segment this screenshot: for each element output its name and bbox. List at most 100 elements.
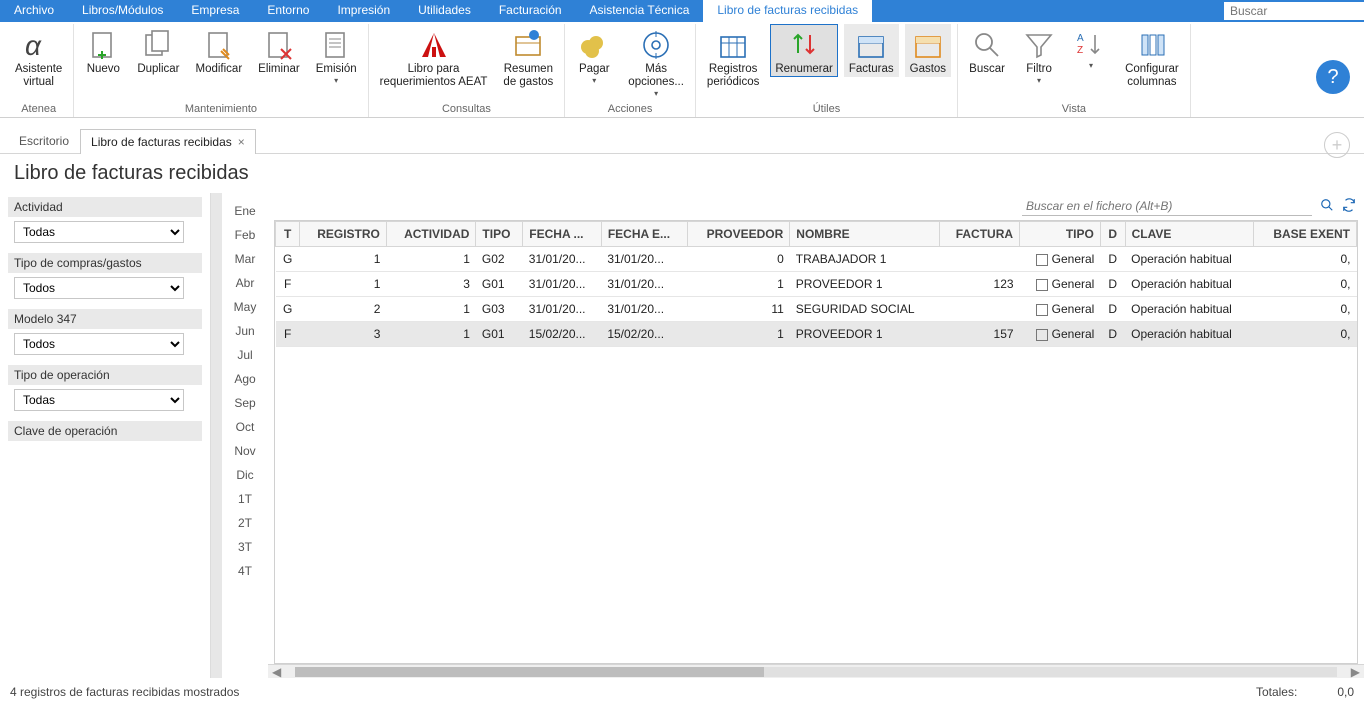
add-tab-button[interactable]: + [1324,132,1350,158]
grid-scroll[interactable]: TREGISTROACTIVIDADTIPOFECHA ...FECHA E..… [274,220,1358,664]
checkbox[interactable] [1036,304,1048,316]
facturas-button[interactable]: Facturas [844,24,899,77]
cell-fecha: 31/01/20... [523,297,602,322]
month-item[interactable]: Jun [222,319,268,343]
month-item[interactable]: 2T [222,511,268,535]
column-header[interactable]: D [1100,222,1125,247]
filter-select[interactable]: Todos [14,333,184,355]
svg-text:Z: Z [1077,45,1083,56]
month-item[interactable]: Ago [222,367,268,391]
gastos-button[interactable]: Gastos [905,24,951,77]
mas-button[interactable]: Másopciones...▾ [623,24,689,100]
renumerar-button[interactable]: Renumerar [770,24,838,77]
month-item[interactable]: Dic [222,463,268,487]
filtro-button[interactable]: Filtro▾ [1016,24,1062,86]
month-item[interactable]: Jul [222,343,268,367]
orden-button[interactable]: AZ▾ [1068,24,1114,71]
menu-item[interactable]: Asistencia Técnica [576,0,704,22]
ribbon-group: NuevoDuplicarModificar Eliminar Emisión▾ Ma… [74,24,368,117]
cell-t: G [276,247,300,272]
refresh-icon[interactable] [1342,198,1356,215]
month-item[interactable]: 1T [222,487,268,511]
column-header[interactable]: REGISTRO [300,222,386,247]
help-button[interactable]: ? [1316,60,1350,94]
cell-nombre: PROVEEDOR 1 [790,272,939,297]
column-header[interactable]: T [276,222,300,247]
table-row[interactable]: G21G0331/01/20...31/01/20...11SEGURIDAD … [276,297,1357,322]
ribbon-button-label: Pagar [579,63,610,76]
search-icon[interactable] [1320,198,1334,215]
file-search-input[interactable] [1022,197,1312,216]
column-header[interactable]: NOMBRE [790,222,939,247]
table-row[interactable]: F13G0131/01/20...31/01/20...1PROVEEDOR 1… [276,272,1357,297]
menu-item[interactable]: Impresión [323,0,404,22]
status-text: 4 registros de facturas recibidas mostra… [10,685,239,699]
top-search-input[interactable] [1224,2,1364,20]
ribbon-button-label: Buscar [969,63,1005,76]
filter-select[interactable]: Todos [14,277,184,299]
menu-item[interactable]: Utilidades [404,0,485,22]
column-header[interactable]: TIPO [476,222,523,247]
tab-label: Escritorio [19,134,69,148]
ribbon-button-label: Gastos [910,63,946,76]
table-row[interactable]: G11G0231/01/20...31/01/20...0TRABAJADOR … [276,247,1357,272]
tab-label: Libro de facturas recibidas [91,135,232,149]
document-tab[interactable]: Escritorio [8,128,80,153]
month-selector: EneFebMarAbrMayJunJulAgoSepOctNovDic1T2T… [222,193,268,678]
cell-registro: 1 [300,272,386,297]
filter-label: Clave de operación [8,421,202,441]
month-item[interactable]: Mar [222,247,268,271]
resumen-button[interactable]: Resumende gastos [498,24,558,90]
column-header[interactable]: FACTURA [939,222,1019,247]
cell-fecha: 15/02/20... [523,322,602,347]
month-item[interactable]: Feb [222,223,268,247]
pagar-button[interactable]: Pagar▾ [571,24,617,86]
table-row[interactable]: F31G0115/02/20...15/02/20...1PROVEEDOR 1… [276,322,1357,347]
menu-item[interactable]: Facturación [485,0,576,22]
buscar-button[interactable]: Buscar [964,24,1010,77]
checkbox[interactable] [1036,254,1048,266]
menu-item[interactable]: Archivo [0,0,68,22]
ribbon-button-label: Eliminar [258,63,300,76]
modificar-button[interactable]: Modificar [191,24,248,77]
column-header[interactable]: PROVEEDOR [687,222,790,247]
filters-panel: ActividadTodasTipo de compras/gastosTodo… [0,193,210,678]
menu-item[interactable]: Libros/Módulos [68,0,177,22]
filters-scrollbar[interactable] [210,193,222,678]
menu-tab-active[interactable]: Libro de facturas recibidas [703,0,872,22]
column-header[interactable]: CLAVE [1125,222,1254,247]
month-item[interactable]: Sep [222,391,268,415]
column-header[interactable]: FECHA E... [601,222,687,247]
checkbox[interactable] [1036,329,1048,341]
menu-item[interactable]: Empresa [177,0,253,22]
emision-button[interactable]: Emisión▾ [311,24,362,86]
nuevo-button[interactable]: Nuevo [80,24,126,77]
filter-select[interactable]: Todas [14,221,184,243]
month-item[interactable]: Abr [222,271,268,295]
periodicos-button[interactable]: Registrosperiódicos [702,24,764,90]
document-tab[interactable]: Libro de facturas recibidas × [80,129,256,154]
config-button[interactable]: Configurarcolumnas [1120,24,1184,90]
month-item[interactable]: 3T [222,535,268,559]
month-item[interactable]: Ene [222,199,268,223]
asistente-button[interactable]: αAsistentevirtual [10,24,67,90]
close-icon[interactable]: × [238,135,245,149]
month-item[interactable]: Nov [222,439,268,463]
filter-select[interactable]: Todas [14,389,184,411]
column-header[interactable]: ACTIVIDAD [386,222,476,247]
cell-clave: Operación habitual [1125,297,1254,322]
menu-item[interactable]: Entorno [253,0,323,22]
aeat-button[interactable]: Libro pararequerimientos AEAT [375,24,493,90]
column-header[interactable]: TIPO [1020,222,1101,247]
month-item[interactable]: 4T [222,559,268,583]
eliminar-button[interactable]: Eliminar [253,24,305,77]
horizontal-scrollbar[interactable]: ◀ ▶ [268,664,1364,678]
duplicar-button[interactable]: Duplicar [132,24,184,77]
ribbon-group-label: Mantenimiento [185,102,257,117]
column-header[interactable]: BASE EXENT [1254,222,1357,247]
dropdown-caret-icon: ▾ [592,76,596,85]
checkbox[interactable] [1036,279,1048,291]
column-header[interactable]: FECHA ... [523,222,602,247]
month-item[interactable]: May [222,295,268,319]
month-item[interactable]: Oct [222,415,268,439]
